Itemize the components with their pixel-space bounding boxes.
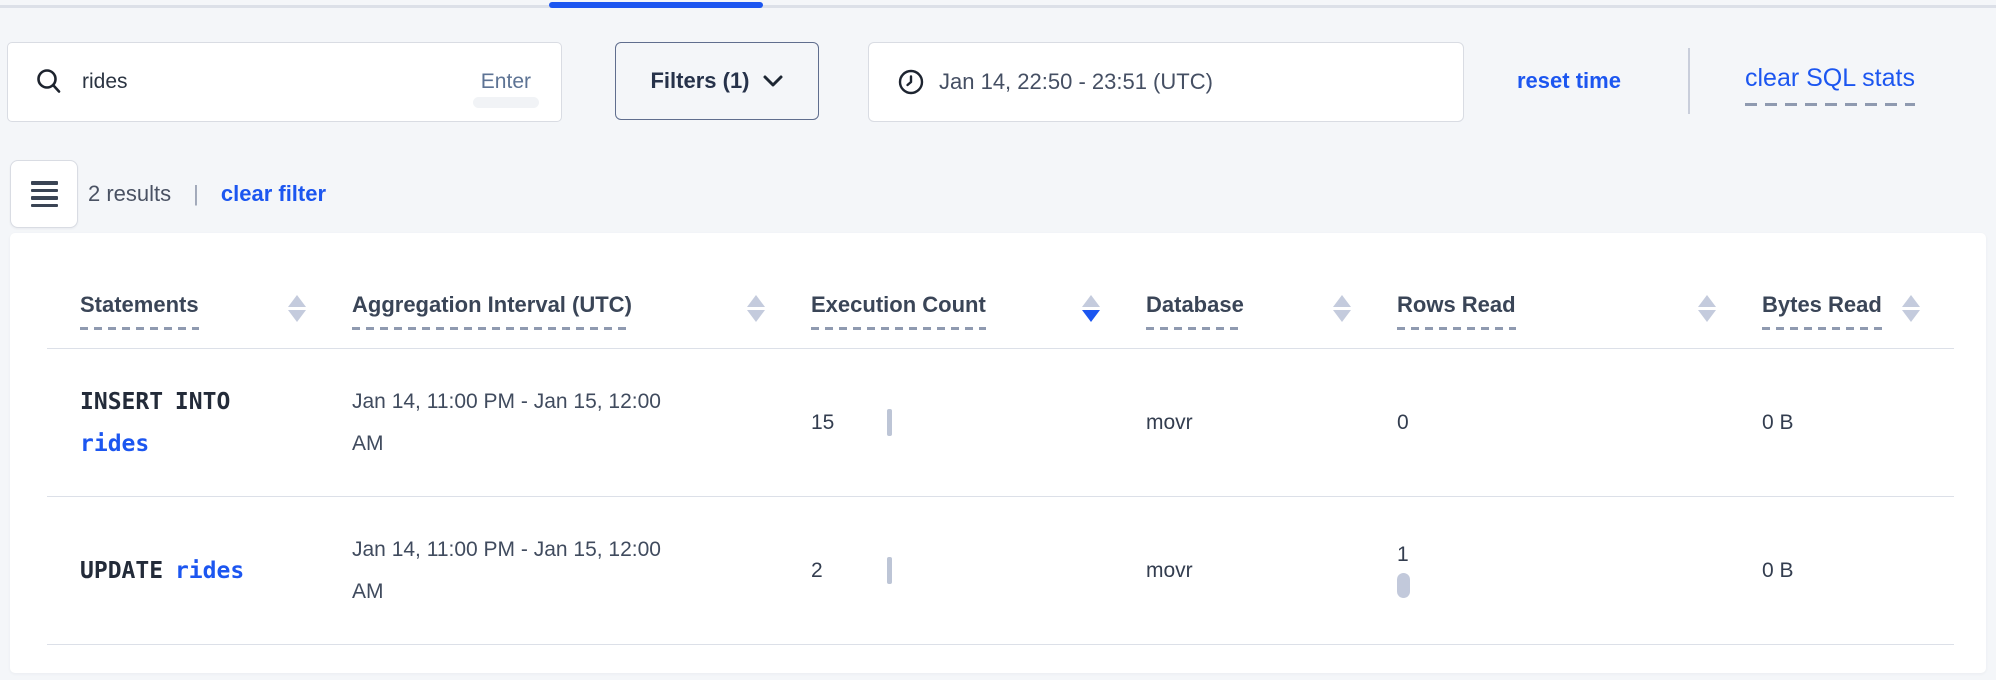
bytes-read-cell: 0 B xyxy=(1762,411,1966,435)
filters-button[interactable]: Filters (1) xyxy=(615,42,819,120)
column-header-rows-read[interactable]: Rows Read xyxy=(1397,293,1762,348)
statement-link[interactable]: rides xyxy=(80,431,149,457)
statement-cell: UPDATE rides xyxy=(80,550,265,592)
column-header-label[interactable]: Execution Count xyxy=(811,293,986,330)
clear-sql-stats-link[interactable]: clear SQL stats xyxy=(1745,64,1915,106)
statement-cell: INSERT INTO rides xyxy=(80,381,265,465)
database-cell: movr xyxy=(1146,411,1397,435)
rows-read-value: 0 xyxy=(1397,411,1409,435)
column-header-label[interactable]: Bytes Read xyxy=(1762,293,1882,330)
search-input[interactable]: rides Enter xyxy=(7,42,562,122)
results-bar: 2 results | clear filter xyxy=(88,160,326,228)
column-header-statements[interactable]: Statements xyxy=(80,293,352,348)
column-header-label[interactable]: Statements xyxy=(80,293,199,330)
table-row: UPDATE rides Jan 14, 11:00 PM - Jan 15, … xyxy=(10,497,1986,644)
execution-count-cell: 15 xyxy=(811,409,1146,436)
execution-count-value: 15 xyxy=(811,411,887,435)
rows-read-cell: 0 xyxy=(1397,411,1762,435)
execution-count-bar xyxy=(887,557,892,584)
bytes-read-cell: 0 B xyxy=(1762,559,1966,583)
list-menu-icon xyxy=(31,181,58,207)
table-row: INSERT INTO rides Jan 14, 11:00 PM - Jan… xyxy=(10,349,1986,496)
clock-icon xyxy=(897,68,925,96)
statements-table-card: Statements Aggregation Interval (UTC) Ex… xyxy=(10,233,1986,673)
active-tab-indicator xyxy=(549,2,763,8)
aggregation-interval-cell: Jan 14, 11:00 PM - Jan 15, 12:00 AM xyxy=(352,381,672,465)
toolbar-divider xyxy=(1688,48,1690,114)
column-header-label[interactable]: Database xyxy=(1146,293,1244,330)
clear-filter-link[interactable]: clear filter xyxy=(221,181,326,207)
reset-time-link[interactable]: reset time xyxy=(1517,68,1621,94)
sort-icon[interactable] xyxy=(1698,295,1716,322)
search-icon xyxy=(34,67,64,97)
sort-icon[interactable] xyxy=(1902,295,1920,322)
time-range-value: Jan 14, 22:50 - 23:51 (UTC) xyxy=(939,69,1213,95)
sort-icon[interactable] xyxy=(747,295,765,322)
aggregation-interval-cell: Jan 14, 11:00 PM - Jan 15, 12:00 AM xyxy=(352,529,672,613)
rows-read-bar xyxy=(1397,573,1410,598)
execution-count-cell: 2 xyxy=(811,557,1146,584)
search-enter-hint: Enter xyxy=(477,70,535,94)
results-separator: | xyxy=(193,181,199,207)
rows-read-cell: 1 xyxy=(1397,543,1762,598)
column-header-execution-count[interactable]: Execution Count xyxy=(811,293,1146,348)
column-header-aggregation-interval[interactable]: Aggregation Interval (UTC) xyxy=(352,293,811,348)
time-range-picker[interactable]: Jan 14, 22:50 - 23:51 (UTC) xyxy=(868,42,1464,122)
column-header-database[interactable]: Database xyxy=(1146,293,1397,348)
database-cell: movr xyxy=(1146,559,1397,583)
execution-count-value: 2 xyxy=(811,559,887,583)
filters-button-label: Filters (1) xyxy=(650,68,749,94)
chevron-down-icon xyxy=(762,74,784,88)
execution-count-bar xyxy=(887,409,892,436)
column-header-label[interactable]: Aggregation Interval (UTC) xyxy=(352,293,632,330)
column-selector-button[interactable] xyxy=(10,160,78,228)
statement-keyword: UPDATE xyxy=(80,558,163,584)
results-count: 2 results xyxy=(88,181,171,207)
tab-bar-underline xyxy=(0,0,1996,8)
table-header-row: Statements Aggregation Interval (UTC) Ex… xyxy=(10,233,1986,348)
row-divider xyxy=(47,644,1954,645)
sort-icon[interactable] xyxy=(1333,295,1351,322)
statement-link[interactable]: rides xyxy=(175,558,244,584)
statement-keyword: INSERT INTO xyxy=(80,389,230,415)
column-header-bytes-read[interactable]: Bytes Read xyxy=(1762,293,1966,348)
search-input-value[interactable]: rides xyxy=(82,70,477,94)
sort-icon[interactable] xyxy=(288,295,306,322)
sort-icon-active-desc[interactable] xyxy=(1082,295,1100,322)
rows-read-value: 1 xyxy=(1397,543,1409,567)
column-header-label[interactable]: Rows Read xyxy=(1397,293,1516,330)
